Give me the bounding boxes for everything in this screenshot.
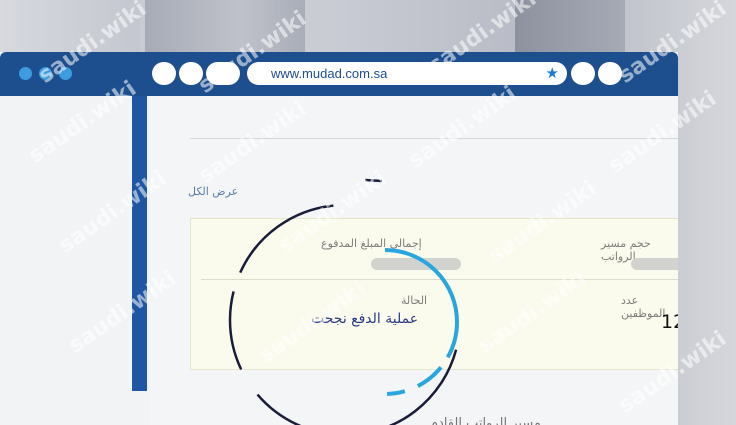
url-text: www.mudad.com.sa (271, 66, 388, 81)
window-dot-icon[interactable] (19, 67, 32, 80)
next-payroll-heading: مسير الرواتب القادم (430, 416, 541, 425)
window-dot-icon[interactable] (39, 67, 52, 80)
toolbar-button[interactable] (206, 62, 240, 85)
sidebar-accent-bar (132, 96, 147, 391)
view-all-link[interactable]: عرض الكل (188, 185, 238, 198)
toolbar-button[interactable] (179, 62, 203, 85)
window-dot-icon[interactable] (59, 67, 72, 80)
loading-placeholder (631, 258, 678, 270)
toolbar-button[interactable] (152, 62, 176, 85)
payment-status-value: عملية الدفع نجحت (311, 311, 419, 327)
loading-placeholder (371, 258, 461, 270)
page-content: عرض الكل إجمالي المبلغ المدفوع حجم مسير … (150, 96, 678, 425)
divider (190, 138, 678, 139)
payroll-card: إجمالي المبلغ المدفوع حجم مسير الرواتب ا… (190, 218, 678, 370)
total-paid-label: إجمالي المبلغ المدفوع (321, 237, 422, 250)
card-divider (201, 279, 678, 280)
browser-window: www.mudad.com.sa ★ عرض الكل إجمالي المبل… (0, 52, 678, 425)
bookmark-star-icon[interactable]: ★ (546, 64, 559, 82)
toolbar-button[interactable] (571, 62, 595, 85)
browser-toolbar: www.mudad.com.sa ★ (0, 52, 678, 96)
address-bar[interactable]: www.mudad.com.sa ★ (247, 62, 567, 85)
employees-count: 12 (661, 311, 678, 333)
status-label: الحالة (401, 294, 428, 307)
toolbar-button[interactable] (598, 62, 622, 85)
